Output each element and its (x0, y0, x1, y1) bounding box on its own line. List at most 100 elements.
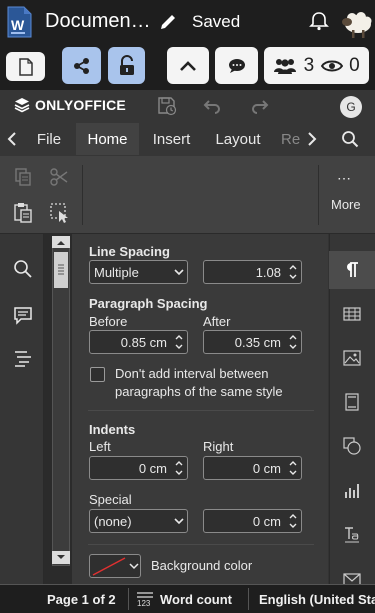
search-button[interactable] (333, 123, 367, 155)
spacing-after-value: 0.35 cm (234, 334, 281, 350)
tab-references[interactable]: Re (281, 123, 303, 155)
no-interval-label-line1: Don't add interval between (115, 366, 269, 381)
select-all-icon[interactable] (49, 201, 69, 223)
users-icon (274, 58, 297, 74)
user-avatar[interactable]: G (340, 96, 362, 118)
more-icon[interactable]: ⋯ (337, 170, 352, 187)
stepper-arrows-icon[interactable] (285, 261, 301, 283)
left-sidebar (0, 234, 44, 584)
special-indent-value: 0 cm (252, 513, 281, 529)
stepper-arrows-icon[interactable] (171, 457, 187, 479)
special-indent-type: (none) (94, 513, 132, 529)
indent-left-stepper[interactable]: 0 cm (89, 456, 188, 480)
cut-icon[interactable] (49, 167, 69, 187)
chat-icon (228, 58, 245, 73)
word-count-button[interactable]: Word count (160, 592, 232, 607)
ribbon-divider (82, 165, 83, 225)
indent-left-value: 0 cm (138, 460, 167, 476)
svg-text:123: 123 (137, 599, 151, 608)
copy-icon[interactable] (13, 167, 33, 187)
chevron-down-icon (174, 269, 184, 276)
indent-left-label: Left (89, 439, 111, 454)
more-button[interactable]: More (331, 197, 361, 212)
new-doc-icon (18, 57, 33, 76)
stepper-arrows-icon[interactable] (285, 457, 301, 479)
chevron-right-icon (308, 132, 317, 146)
viewers-count: 0 (349, 54, 360, 76)
collapse-toolbar-button[interactable] (167, 47, 209, 84)
triangle-down-icon (57, 555, 65, 559)
scroll-down-button[interactable] (52, 551, 70, 564)
line-spacing-value-stepper[interactable]: 1.08 (203, 260, 302, 284)
background-color-picker[interactable] (89, 554, 141, 578)
navigation-headings-icon[interactable] (13, 349, 33, 367)
svg-text:W: W (11, 17, 25, 33)
tabs-scroll-left-button[interactable] (0, 123, 24, 155)
eye-icon (320, 60, 343, 71)
page-indicator[interactable]: Page 1 of 2 (47, 592, 116, 607)
undo-icon[interactable] (203, 98, 221, 114)
triangle-up-icon (57, 241, 65, 245)
background-color-label: Background color (151, 558, 253, 573)
image-settings-icon[interactable] (343, 349, 361, 367)
table-settings-icon[interactable] (343, 305, 361, 323)
avatar[interactable] (339, 5, 373, 39)
lock-button[interactable] (108, 47, 145, 84)
status-divider (128, 588, 129, 610)
special-indent-stepper[interactable]: 0 cm (203, 509, 302, 533)
stepper-arrows-icon[interactable] (285, 331, 301, 353)
word-count-icon: 123 (137, 592, 153, 608)
no-interval-checkbox[interactable] (90, 367, 105, 382)
indent-right-value: 0 cm (252, 460, 281, 476)
tab-insert[interactable]: Insert (144, 123, 199, 155)
before-label: Before (89, 314, 128, 329)
shape-settings-icon[interactable] (343, 437, 361, 455)
spacing-before-stepper[interactable]: 0.85 cm (89, 330, 188, 354)
header-footer-settings-icon[interactable] (343, 393, 361, 411)
line-spacing-heading: Line Spacing (89, 244, 170, 259)
tab-file[interactable]: File (28, 123, 70, 155)
tab-home[interactable]: Home (76, 123, 139, 155)
paste-icon[interactable] (13, 201, 33, 223)
spacing-after-stepper[interactable]: 0.35 cm (203, 330, 302, 354)
line-spacing-type-select[interactable]: Multiple (89, 260, 188, 284)
comments-icon[interactable] (13, 305, 33, 325)
chart-settings-icon[interactable] (343, 482, 361, 500)
brand-name: ONLYOFFICE (35, 97, 126, 113)
share-button[interactable] (62, 47, 101, 84)
users-viewers-button[interactable]: 3 0 (264, 47, 369, 84)
scrollbar-thumb[interactable] (54, 252, 68, 288)
line-spacing-type-value: Multiple (94, 264, 139, 280)
document-title[interactable]: Documen… (45, 10, 151, 33)
scroll-up-button[interactable] (52, 236, 70, 248)
chat-button[interactable] (215, 47, 258, 84)
save-icon[interactable] (157, 96, 177, 116)
line-spacing-value: 1.08 (255, 264, 281, 280)
ribbon-divider (318, 165, 319, 225)
section-divider (88, 410, 314, 411)
text-art-settings-icon[interactable] (343, 525, 361, 543)
spacing-before-value: 0.85 cm (120, 334, 167, 350)
pencil-icon[interactable] (158, 12, 178, 32)
indent-right-label: Right (203, 439, 234, 454)
section-divider (88, 544, 314, 545)
grip-icon (58, 264, 64, 275)
search-icon (342, 131, 359, 148)
status-divider (248, 588, 249, 610)
paragraph-settings-tab[interactable] (329, 251, 375, 289)
tab-layout[interactable]: Layout (206, 123, 270, 155)
stepper-arrows-icon[interactable] (171, 331, 187, 353)
redo-icon[interactable] (251, 98, 269, 114)
stepper-arrows-icon[interactable] (285, 510, 301, 532)
indents-heading: Indents (89, 422, 136, 437)
new-document-button[interactable] (6, 52, 45, 81)
paragraph-spacing-heading: Paragraph Spacing (89, 296, 208, 311)
bell-icon[interactable] (308, 10, 330, 32)
indent-right-stepper[interactable]: 0 cm (203, 456, 302, 480)
chevron-down-icon (174, 518, 184, 525)
search-icon[interactable] (13, 259, 33, 279)
users-count: 3 (303, 54, 315, 76)
tabs-scroll-right-button[interactable] (302, 123, 322, 155)
special-indent-select[interactable]: (none) (89, 509, 188, 533)
language-selector[interactable]: English (United Sta (259, 592, 375, 607)
